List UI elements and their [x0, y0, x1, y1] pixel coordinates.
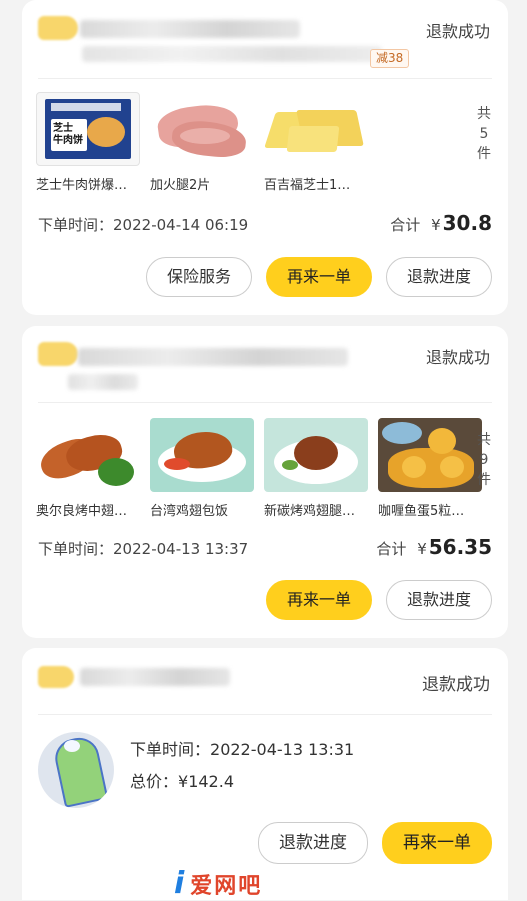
coupon-badge: 减38 — [370, 49, 410, 68]
product-item[interactable]: 咖喱鱼蛋5粒… — [378, 418, 482, 519]
order-total: 合计 ¥56.35 — [376, 535, 492, 559]
product-name: 百吉福芝士1… — [264, 178, 351, 193]
product-image — [150, 92, 254, 166]
store-logo — [38, 16, 78, 40]
order-card-3[interactable]: 退款成功 下单时间：2022-04-13 13:31 总价：¥142.4 退款进… — [22, 648, 508, 900]
store-logo — [38, 666, 74, 688]
divider — [38, 714, 492, 715]
product-name: 芝士牛肉饼爆… — [36, 178, 128, 193]
refund-progress-button[interactable]: 退款进度 — [386, 580, 492, 620]
order-status: 退款成功 — [425, 348, 490, 367]
product-name: 咖喱鱼蛋5粒… — [378, 504, 465, 519]
refund-progress-button[interactable]: 退款进度 — [258, 822, 368, 864]
product-image — [264, 418, 368, 492]
store-logo — [38, 342, 78, 366]
product-item[interactable]: 芝士 牛肉饼 芝士牛肉饼爆… — [36, 92, 140, 193]
product-name: 加火腿2片 — [150, 178, 211, 193]
item-count: 共 9 件 — [477, 432, 491, 488]
product-name: 台湾鸡翅包饭 — [150, 504, 229, 519]
product-name: 奥尔良烤中翅… — [36, 504, 128, 519]
store-name-redacted — [38, 664, 398, 712]
product-item[interactable]: 加火腿2片 — [150, 92, 254, 193]
order-status: 退款成功 — [425, 22, 490, 41]
product-image — [150, 418, 254, 492]
store-name-redacted — [38, 340, 398, 390]
order-card-2[interactable]: 退款成功 奥尔良烤中翅… 台湾鸡翅包饭 新碳烤鸡翅腿… 咖喱鱼蛋5粒… 共 9 … — [22, 326, 508, 638]
product-image — [264, 92, 368, 166]
order-total: 合计 ¥30.8 — [390, 211, 492, 235]
order-card-1[interactable]: 退款成功 减38 芝士 牛肉饼 芝士牛肉饼爆… 加火腿2片 百吉福芝士1… 共 … — [22, 0, 508, 315]
refund-progress-button[interactable]: 退款进度 — [386, 257, 492, 297]
divider — [38, 78, 492, 79]
order-time: 下单时间：2022-04-14 06:19 — [38, 216, 249, 234]
order-time: 下单时间：2022-04-13 13:37 — [38, 540, 249, 558]
product-item[interactable]: 百吉福芝士1… — [264, 92, 368, 193]
product-item[interactable]: 新碳烤鸡翅腿… — [264, 418, 368, 519]
watermark-logo: i 爱网吧 — [174, 866, 263, 901]
product-item[interactable]: 奥尔良烤中翅… — [36, 418, 140, 519]
divider — [38, 402, 492, 403]
order-total: 总价：¥142.4 — [130, 772, 234, 791]
product-image: 芝士 牛肉饼 — [36, 92, 140, 166]
product-image — [38, 732, 114, 808]
product-list[interactable]: 奥尔良烤中翅… 台湾鸡翅包饭 新碳烤鸡翅腿… 咖喱鱼蛋5粒… — [36, 418, 482, 528]
store-name-redacted — [38, 14, 398, 62]
reorder-button[interactable]: 再来一单 — [382, 822, 492, 864]
reorder-button[interactable]: 再来一单 — [266, 257, 372, 297]
product-list[interactable]: 芝士 牛肉饼 芝士牛肉饼爆… 加火腿2片 百吉福芝士1… — [36, 92, 476, 202]
product-image — [36, 418, 140, 492]
product-name: 新碳烤鸡翅腿… — [264, 504, 356, 519]
order-status: 退款成功 — [422, 675, 490, 695]
item-count: 共 5 件 — [477, 106, 491, 162]
product-image — [378, 418, 482, 492]
order-time: 下单时间：2022-04-13 13:31 — [130, 740, 355, 759]
product-item[interactable]: 台湾鸡翅包饭 — [150, 418, 254, 519]
insurance-service-button[interactable]: 保险服务 — [146, 257, 252, 297]
reorder-button[interactable]: 再来一单 — [266, 580, 372, 620]
